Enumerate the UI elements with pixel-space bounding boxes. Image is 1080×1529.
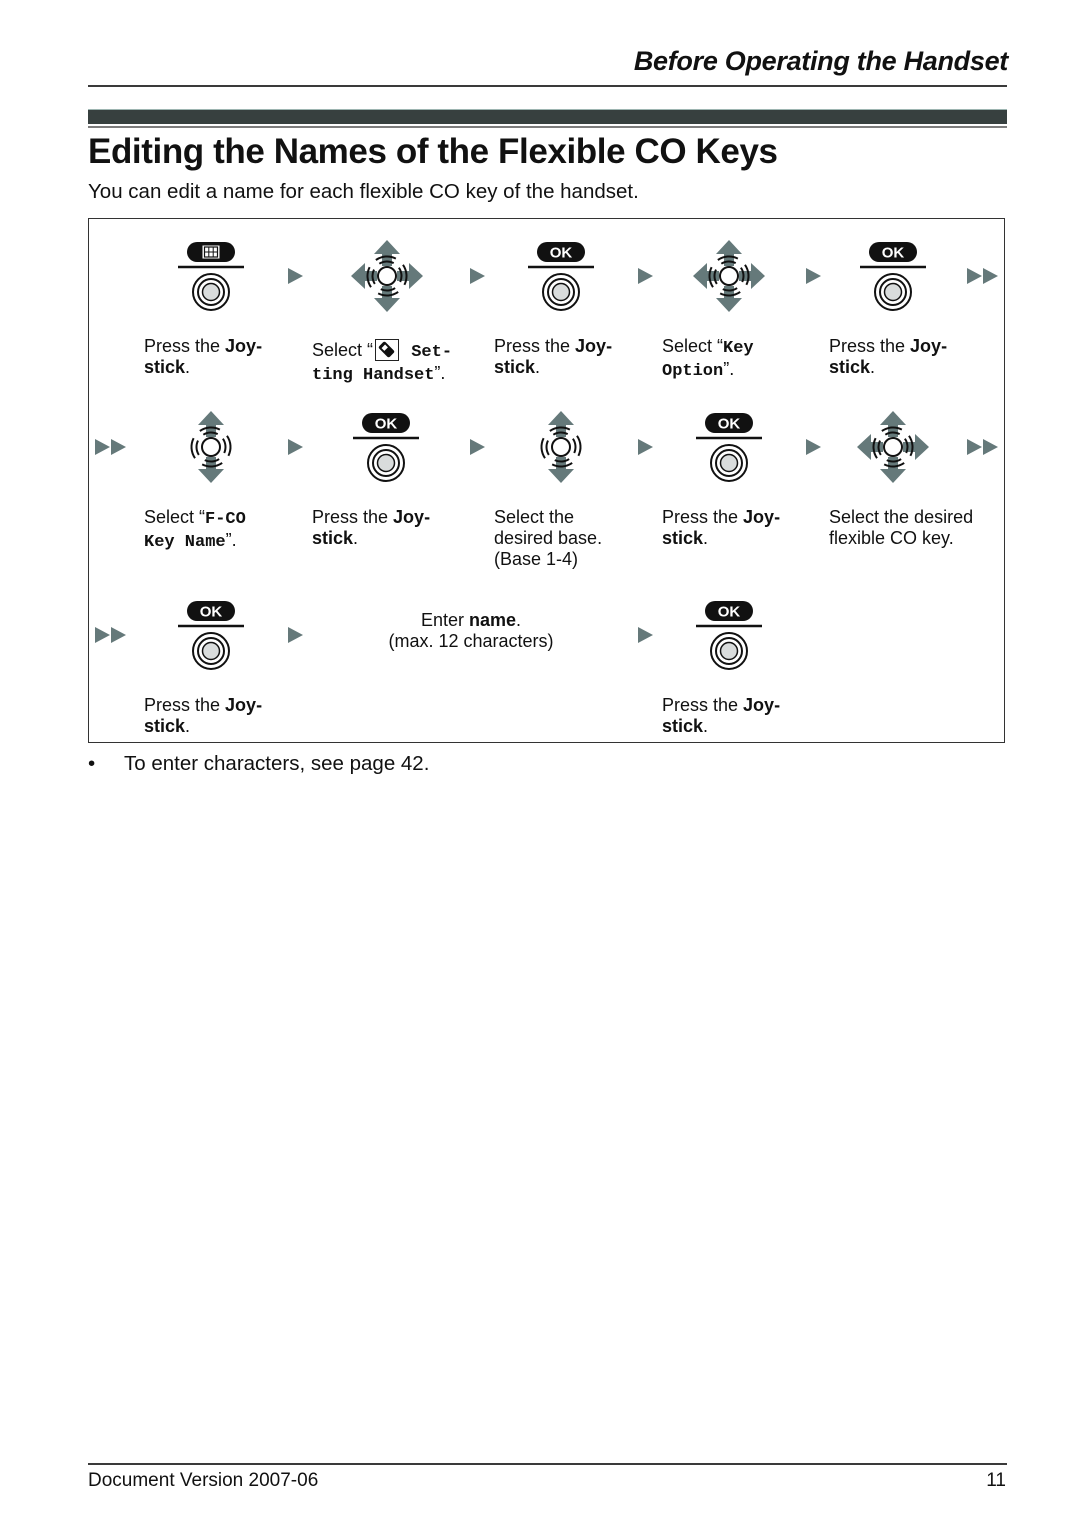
- intro-text: You can edit a name for each flexible CO…: [88, 180, 639, 203]
- step-13-text: Press the Joy- stick.: [662, 695, 781, 736]
- next-arrow-icon: [285, 625, 305, 645]
- next-arrow-icon: [467, 266, 487, 286]
- continue-arrow-icon: [964, 266, 1004, 286]
- next-arrow-icon: [635, 437, 655, 457]
- joystick-4way-icon: [689, 236, 769, 316]
- next-arrow-icon: [635, 625, 655, 645]
- next-arrow-icon: [803, 437, 823, 457]
- step-9-text: Press the Joy- stick.: [662, 507, 781, 548]
- step-6-text: Select “F-CO Key Name”.: [144, 507, 246, 552]
- joystick-4way-icon: [853, 407, 933, 487]
- step-8-text: Select the desired base. (Base 1-4): [494, 507, 603, 569]
- joystick-updown-icon: [521, 407, 601, 487]
- joystick-4way-icon: [347, 236, 427, 316]
- ok-key-joystick-press-icon: [689, 407, 769, 487]
- section-header: Before Operating the Handset: [633, 46, 1008, 76]
- document-version: Document Version 2007-06: [88, 1470, 319, 1491]
- step-1-text: Press the Joy- stick.: [144, 336, 263, 377]
- menu-key-joystick-press-icon: [171, 236, 251, 316]
- continue-arrow-icon: [92, 437, 132, 457]
- step-2-text: Select “ Set- ting Handset”.: [312, 339, 453, 385]
- header-rule: [88, 85, 1007, 87]
- ok-key-joystick-press-icon: [346, 407, 426, 487]
- ok-key-joystick-press-icon: [689, 595, 769, 675]
- next-arrow-icon: [285, 266, 305, 286]
- ok-key-joystick-press-icon: [521, 236, 601, 316]
- continue-arrow-icon: [964, 437, 1004, 457]
- next-arrow-icon: [635, 266, 655, 286]
- settings-handset-icon: [375, 339, 400, 361]
- step-5-text: Press the Joy- stick.: [829, 336, 948, 377]
- step-10-text: Select the desired flexible CO key.: [829, 507, 974, 548]
- title-rule: [88, 126, 1007, 128]
- ok-key-joystick-press-icon: [171, 595, 251, 675]
- joystick-updown-icon: [171, 407, 251, 487]
- next-arrow-icon: [467, 437, 487, 457]
- page-number: 11: [986, 1470, 1006, 1491]
- footer-rule: [88, 1463, 1007, 1465]
- step-11-text: Press the Joy- stick.: [144, 695, 263, 736]
- note-item: • To enter characters, see page 42.: [88, 752, 429, 776]
- ok-key-joystick-press-icon: [853, 236, 933, 316]
- page-title: Editing the Names of the Flexible CO Key…: [88, 132, 778, 171]
- bullet: •: [88, 752, 96, 775]
- step-3-text: Press the Joy- stick.: [494, 336, 613, 377]
- next-arrow-icon: [285, 437, 305, 457]
- note-text: To enter characters, see page 42.: [124, 752, 430, 775]
- next-arrow-icon: [803, 266, 823, 286]
- continue-arrow-icon: [92, 625, 132, 645]
- step-12-text: Enter name. (max. 12 characters): [388, 610, 554, 651]
- title-bar-decoration: [88, 109, 1007, 124]
- step-7-text: Press the Joy- stick.: [312, 507, 431, 548]
- step-4-text: Select “Key Option”.: [662, 336, 754, 381]
